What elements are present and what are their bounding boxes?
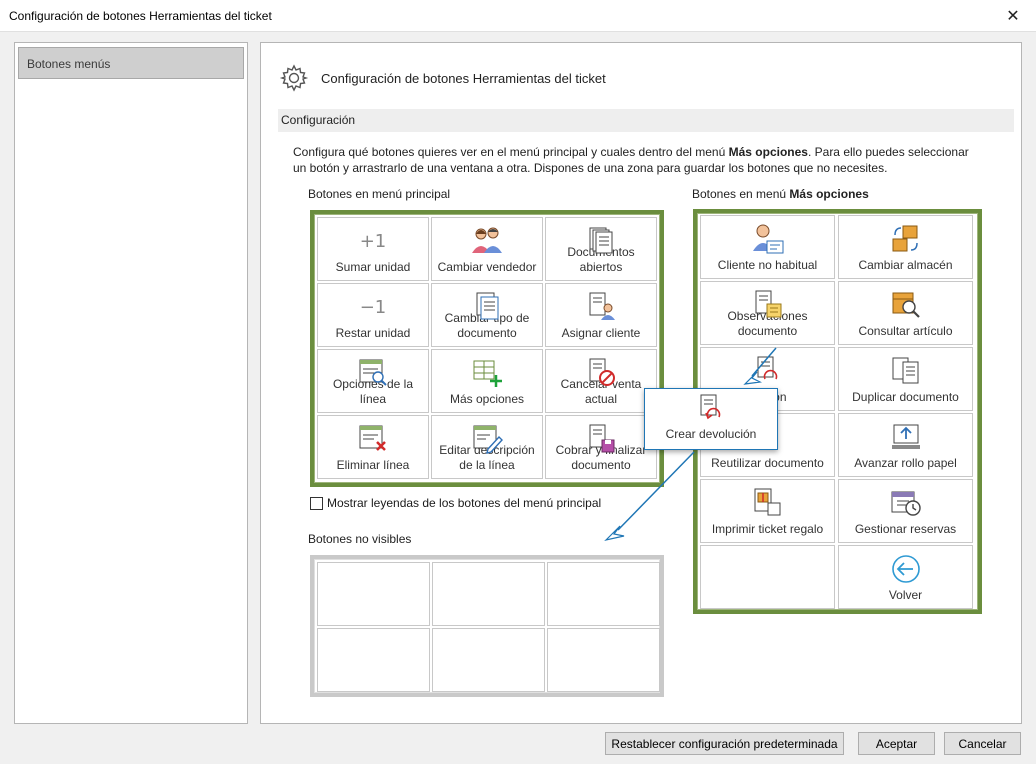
main-menu-grid: +1 Sumar unidad Cambiar vendedor Documentos… (310, 210, 664, 487)
plus-one-icon-glyph: +1 (359, 230, 387, 252)
main-menu-button-label: Sumar unidad (335, 260, 411, 274)
more-menu-button-label: Imprimir ticket regalo (711, 522, 824, 536)
description-text: Configura qué botones quieres ver en el … (293, 145, 729, 159)
more-options-icon (470, 357, 504, 389)
more-menu-button-label: Duplicar documento (852, 390, 959, 404)
more-menu-consultar-artículo-button[interactable]: Consultar artículo (838, 281, 973, 345)
main-menu-restar-unidad-button[interactable]: −1 Restar unidad (317, 283, 429, 347)
checkout-icon (584, 423, 618, 455)
gear-icon (279, 64, 309, 92)
more-menu-label: Botones en menú Más opciones (692, 187, 869, 201)
main-menu-button-label: Eliminar línea (336, 458, 410, 472)
main-panel: Configuración de botones Herramientas de… (260, 42, 1022, 724)
more-menu-cliente-no-habitual-button[interactable]: Cliente no habitual (700, 215, 835, 279)
drag-ghost-crear-devolucion[interactable]: Crear devolución (644, 388, 778, 450)
hidden-slot[interactable] (432, 562, 545, 626)
more-menu-gestionar-reservas-button[interactable]: Gestionar reservas (838, 479, 973, 543)
more-menu-button-label: Avanzar rollo papel (854, 456, 957, 470)
more-menu-button-label: Gestionar reservas (854, 522, 957, 536)
minus-one-icon-glyph: −1 (359, 296, 387, 318)
more-menu-duplicar-documento-button[interactable]: Duplicar documento (838, 347, 973, 411)
reservations-icon (889, 487, 923, 519)
hidden-slot[interactable] (432, 628, 545, 692)
section-header: Configuración (278, 109, 1014, 132)
title-bar: Configuración de botones Herramientas de… (0, 0, 1036, 32)
paper-feed-icon (889, 421, 923, 453)
main-menu-asignar-cliente-button[interactable]: Asignar cliente (545, 283, 657, 347)
main-menu-cambiar-tipo-de-documento-button[interactable]: Cambiar tipo de documento (431, 283, 543, 347)
reset-defaults-button[interactable]: Restablecer configuración predeterminada (605, 732, 844, 755)
main-menu-button-label: Cambiar vendedor (437, 260, 537, 274)
main-menu-cancelar-venta-actual-button[interactable]: Cancelar venta actual (545, 349, 657, 413)
more-menu-volver-button[interactable]: Volver (838, 545, 973, 609)
document-type-icon (470, 291, 504, 323)
close-icon[interactable]: ✕ (990, 0, 1036, 32)
return-icon (751, 355, 785, 387)
show-legends-checkbox[interactable] (310, 496, 323, 510)
main-menu-documentos-abiertos-button[interactable]: Documentos abiertos (545, 217, 657, 281)
accept-button[interactable]: Aceptar (858, 732, 935, 755)
edit-description-icon (470, 423, 504, 455)
hidden-slot[interactable] (317, 628, 430, 692)
cancel-button[interactable]: Cancelar (944, 732, 1021, 755)
warehouse-icon (889, 223, 923, 255)
hidden-slot[interactable] (547, 628, 660, 692)
page-title: Configuración de botones Herramientas de… (321, 71, 606, 86)
hidden-buttons-grid (310, 555, 664, 697)
more-menu-label-bold: Más opciones (789, 187, 869, 201)
more-menu-button-label: Volver (888, 588, 923, 602)
more-menu-imprimir-ticket-regalo-button[interactable]: Imprimir ticket regalo (700, 479, 835, 543)
more-menu-button-label: Cambiar almacén (858, 258, 953, 272)
more-menu-cambiar-almacén-button[interactable]: Cambiar almacén (838, 215, 973, 279)
more-menu-avanzar-rollo-papel-button[interactable]: Avanzar rollo papel (838, 413, 973, 477)
main-menu-más-opciones-button[interactable]: Más opciones (431, 349, 543, 413)
more-menu-button-label: Reutilizar documento (711, 456, 824, 470)
hidden-slot[interactable] (547, 562, 660, 626)
line-options-icon (356, 357, 390, 389)
main-menu-button-label: Más opciones (449, 392, 525, 406)
show-legends-checkbox-row[interactable]: Mostrar leyendas de los botones del menú… (310, 496, 601, 510)
description: Configura qué botones quieres ver en el … (293, 144, 983, 176)
sidebar-item-botones-menus[interactable]: Botones menús (18, 47, 244, 79)
sidebar: Botones menús (14, 42, 248, 724)
more-menu-button-label: Cliente no habitual (717, 258, 818, 272)
main-menu-cambiar-vendedor-button[interactable]: Cambiar vendedor (431, 217, 543, 281)
assign-client-icon (584, 291, 618, 323)
cancel-sale-icon (584, 357, 618, 389)
main-menu-button-label: Restar unidad (335, 326, 411, 340)
minus-one-icon: −1 (356, 291, 390, 323)
show-legends-label: Mostrar leyendas de los botones del menú… (327, 496, 602, 510)
more-menu-observaciones-documento-button[interactable]: Observaciones documento (700, 281, 835, 345)
search-article-icon (889, 289, 923, 321)
plus-one-icon: +1 (356, 225, 390, 257)
drag-ghost-label: Crear devolución (665, 427, 757, 441)
main-menu-opciones-de-la-línea-button[interactable]: Opciones de la línea (317, 349, 429, 413)
duplicate-icon (889, 355, 923, 387)
description-bold: Más opciones (728, 145, 808, 159)
users-icon (470, 225, 504, 257)
main-menu-button-label: Asignar cliente (561, 326, 641, 340)
hidden-slot[interactable] (317, 562, 430, 626)
hidden-buttons-label: Botones no visibles (308, 532, 412, 546)
more-menu-label-text: Botones en menú (692, 187, 790, 201)
return-icon (694, 393, 728, 428)
window-title: Configuración de botones Herramientas de… (9, 9, 272, 23)
document-notes-icon (751, 289, 785, 321)
occasional-client-icon (751, 223, 785, 255)
gift-ticket-icon (751, 487, 785, 519)
more-menu-button-label: Consultar artículo (858, 324, 953, 338)
delete-line-icon (356, 423, 390, 455)
main-menu-sumar-unidad-button[interactable]: +1 Sumar unidad (317, 217, 429, 281)
main-menu-label: Botones en menú principal (308, 187, 451, 201)
more-menu-empty-button (700, 545, 835, 609)
documents-icon (584, 225, 618, 257)
main-menu-eliminar-línea-button[interactable]: Eliminar línea (317, 415, 429, 479)
back-arrow-icon (889, 553, 923, 585)
main-menu-cobrar-y-finalizar-documento-button[interactable]: Cobrar y finalizar documento (545, 415, 657, 479)
main-menu-editar-descripción-de-la-línea-button[interactable]: Editar descripción de la línea (431, 415, 543, 479)
